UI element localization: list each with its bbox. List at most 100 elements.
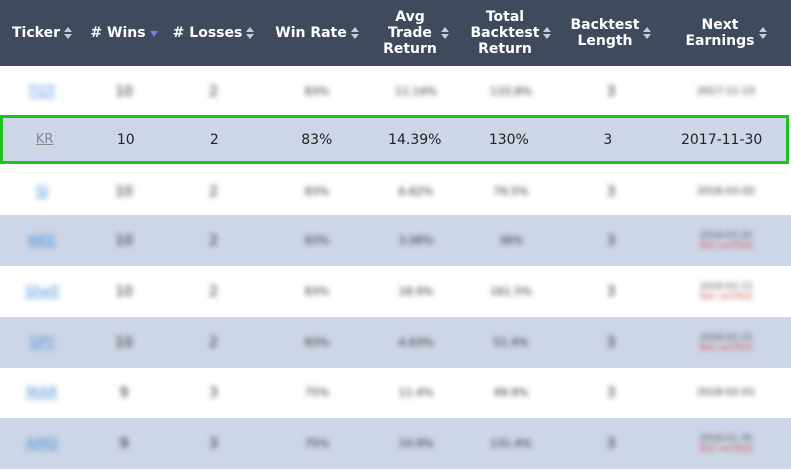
total-backtest-return-cell: 36%	[498, 234, 524, 247]
ticker-cell[interactable]: SPY	[0, 317, 84, 368]
next-earnings-cell: 2017-11-15	[661, 66, 791, 117]
table-row[interactable]: MAR 9 3 75% 11.4% 49.9% 3 2018-02-01	[0, 367, 791, 418]
backtest-length-cell: 3	[606, 384, 616, 401]
losses-cell: 3	[209, 435, 218, 452]
next-earnings-cell: 2018-03-02	[661, 166, 791, 217]
backtest-length-cell: 3	[606, 232, 616, 249]
avg-trade-return-cell: 3.08%	[398, 234, 434, 247]
ticker-cell[interactable]: SJ	[0, 166, 84, 217]
ticker-cell[interactable]: NKE	[0, 215, 84, 266]
table-row[interactable]: SJ 10 2 83% 6.62% 79.5% 3 2018-03-02	[0, 166, 791, 217]
wins-cell: 10	[115, 232, 133, 249]
ticker-link[interactable]: TGT	[28, 84, 55, 100]
total-backtest-return-cell: 79.5%	[493, 185, 529, 198]
column-header-label: # Losses	[172, 25, 243, 41]
column-header-win-rate[interactable]: Win Rate	[263, 0, 371, 66]
losses-cell: 3	[209, 384, 218, 401]
ticker-cell[interactable]: AMD	[0, 418, 84, 469]
sort-icon	[350, 26, 359, 40]
ticker-cell[interactable]: Shell	[0, 266, 84, 317]
win-rate-cell: 83%	[304, 336, 330, 349]
column-header-label: Avg Trade Return	[383, 9, 437, 57]
ticker-link[interactable]: KR	[36, 132, 54, 147]
total-backtest-return-cell: 131.4%	[490, 437, 532, 450]
column-header-label: # Wins	[90, 25, 146, 41]
wins-cell: 10	[115, 334, 133, 351]
earnings-note: Not verified	[699, 240, 753, 251]
backtest-length-cell: 3	[606, 435, 616, 452]
column-header-label: Next Earnings	[685, 17, 755, 49]
losses-cell: 2	[209, 83, 218, 100]
table-row-highlighted[interactable]: KR 10 2 83% 14.39% 130% 3 2017-11-30	[0, 115, 789, 164]
sort-icon	[758, 26, 767, 40]
wins-cell: 9	[119, 435, 129, 452]
column-header-avg-trade-return[interactable]: Avg Trade Return	[371, 0, 461, 66]
earnings-date: 2018-02-01	[696, 387, 756, 398]
losses-cell: 2	[209, 232, 218, 249]
table-row[interactable]: AMD 9 3 75% 10.9% 131.4% 3 2018-01-30 Not verifi…	[0, 418, 791, 469]
next-earnings-cell: 2018-03-20 Not verified	[661, 215, 791, 266]
avg-trade-return-cell: 6.62%	[398, 185, 434, 198]
ticker-link[interactable]: Shell	[25, 284, 59, 300]
earnings-date: 2018-03-20	[699, 230, 753, 241]
win-rate-cell: 75%	[304, 437, 330, 450]
column-header-losses[interactable]: # Losses	[164, 0, 263, 66]
avg-trade-return-cell: 4.63%	[398, 336, 434, 349]
ticker-link[interactable]: SJ	[35, 184, 48, 200]
win-rate-cell: 83%	[301, 131, 333, 148]
losses-cell: 2	[209, 334, 218, 351]
ticker-cell[interactable]: KR	[3, 118, 86, 161]
wins-cell: 9	[119, 384, 129, 401]
table-row[interactable]: Shell 10 2 83% 18.9% 161.5% 3 2018-02-13 Not ver…	[0, 266, 791, 317]
sort-desc-icon	[149, 26, 158, 40]
sort-icon	[543, 26, 552, 40]
next-earnings-cell: 2018-02-01	[661, 367, 791, 418]
column-header-label: Total Backtest Return	[470, 9, 540, 57]
ticker-link[interactable]: SPY	[29, 335, 55, 351]
avg-trade-return-cell: 11.4%	[398, 386, 434, 399]
sort-icon	[63, 26, 72, 40]
ticker-cell[interactable]: MAR	[0, 367, 84, 418]
win-rate-cell: 75%	[304, 386, 330, 399]
sort-icon	[246, 26, 255, 40]
total-backtest-return-cell: 133.8%	[490, 85, 532, 98]
table-row[interactable]: NKE 10 2 83% 3.08% 36% 3 2018-03-20 Not verified	[0, 215, 791, 266]
win-rate-cell: 83%	[304, 85, 330, 98]
column-header-wins[interactable]: # Wins	[84, 0, 164, 66]
earnings-date: 2017-11-15	[696, 86, 756, 97]
backtest-length-cell: 3	[603, 131, 613, 148]
avg-trade-return-cell: 14.39%	[388, 131, 442, 148]
total-backtest-return-cell: 51.4%	[493, 336, 529, 349]
column-header-label: Ticker	[12, 25, 60, 41]
avg-trade-return-cell: 11.14%	[395, 85, 437, 98]
ticker-link[interactable]: NKE	[28, 233, 57, 249]
earnings-note: Not verified	[699, 342, 753, 353]
column-header-label: Backtest Length	[570, 17, 640, 49]
column-header-total-backtest-return[interactable]: Total Backtest Return	[461, 0, 561, 66]
column-header-label: Win Rate	[275, 25, 347, 41]
earnings-date: 2018-03-02	[696, 186, 756, 197]
table-row[interactable]: TGT 10 2 83% 11.14% 133.8% 3 2017-11-15	[0, 66, 791, 117]
next-earnings-cell: 2017-11-30	[657, 118, 786, 161]
next-earnings-cell: 2018-02-13 Not verified	[661, 266, 791, 317]
column-header-next-earnings[interactable]: Next Earnings	[661, 0, 791, 66]
wins-cell: 10	[116, 131, 135, 148]
backtest-length-cell: 3	[606, 283, 616, 300]
next-earnings-cell: 2018-02-15 Not verified	[661, 317, 791, 368]
avg-trade-return-cell: 18.9%	[398, 285, 434, 298]
ticker-link[interactable]: AMD	[26, 436, 58, 452]
win-rate-cell: 83%	[304, 285, 330, 298]
backtest-length-cell: 3	[606, 183, 616, 200]
ticker-link[interactable]: MAR	[26, 385, 57, 401]
column-header-backtest-length[interactable]: Backtest Length	[561, 0, 661, 66]
losses-cell: 2	[209, 183, 218, 200]
earnings-note: Not verified	[699, 443, 753, 454]
earnings-note: Not verified	[699, 291, 753, 302]
avg-trade-return-cell: 10.9%	[398, 437, 434, 450]
table-row[interactable]: SPY 10 2 83% 4.63% 51.4% 3 2018-02-15 Not verifi…	[0, 317, 791, 368]
backtest-length-cell: 3	[606, 334, 616, 351]
column-header-ticker[interactable]: Ticker	[0, 0, 84, 66]
earnings-date: 2018-01-30	[699, 433, 753, 444]
ticker-cell[interactable]: TGT	[0, 66, 84, 117]
earnings-date: 2017-11-30	[680, 131, 763, 148]
